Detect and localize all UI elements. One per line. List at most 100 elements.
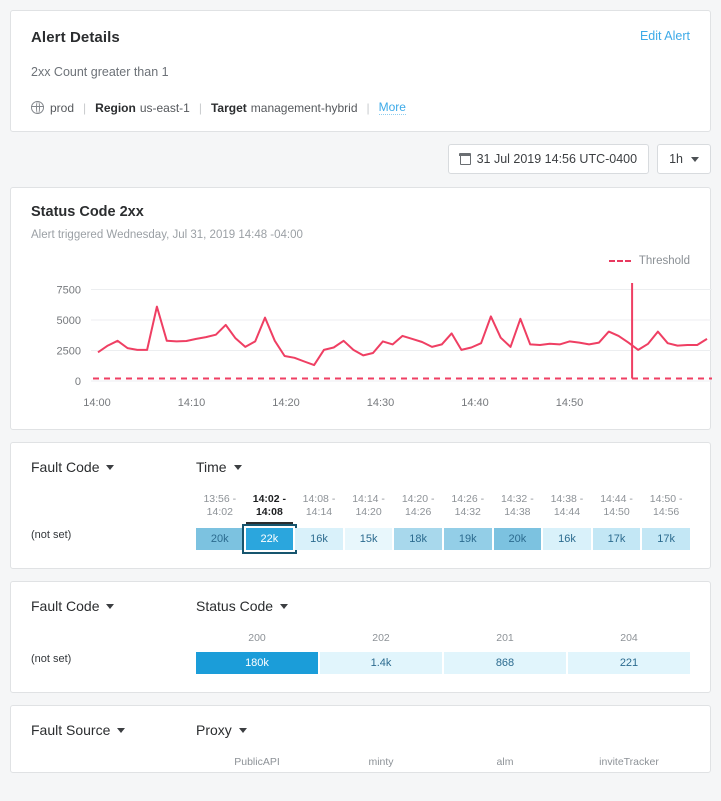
heatmap-row-label: (not set) [31, 653, 196, 674]
column-dimension-label: Status Code [196, 598, 273, 614]
chevron-down-icon [234, 465, 242, 470]
heatmap-cell[interactable]: 16k [543, 528, 591, 550]
column-header[interactable]: 14:08 - 14:14 [295, 493, 343, 524]
range-select-label: 1h [669, 152, 683, 166]
heatmap-grid: 200 202 201 204 180k 1.4k [196, 632, 690, 674]
heatmap-cell[interactable]: 19k [444, 528, 492, 550]
edit-alert-link[interactable]: Edit Alert [640, 29, 690, 43]
heatmap-cell[interactable]: 22k [246, 528, 294, 550]
svg-text:7500: 7500 [57, 285, 81, 297]
heatmap-grid: 13:56 - 14:02 14:02 - 14:08 14:08 - 14:1… [196, 493, 690, 550]
chevron-down-icon [117, 728, 125, 733]
heatmap-cell[interactable]: 17k [642, 528, 690, 550]
column-header-line1: 202 [320, 632, 442, 645]
heatmap-cell[interactable]: 16k [295, 528, 343, 550]
alert-meta: prod | Region us-east-1 | Target managem… [31, 100, 690, 115]
threshold-legend-label: Threshold [639, 255, 690, 267]
heatmap-cell-value: 16k [310, 533, 328, 545]
column-dimension-label: Proxy [196, 722, 232, 738]
date-picker-button[interactable]: 31 Jul 2019 14:56 UTC-0400 [448, 144, 650, 174]
range-select-button[interactable]: 1h [657, 144, 711, 174]
column-dimension-selector[interactable]: Time [196, 459, 242, 475]
column-header[interactable]: 14:02 - 14:08 [246, 493, 294, 524]
heatmap-cell[interactable]: 17k [593, 528, 641, 550]
column-header-line1: 204 [568, 632, 690, 645]
column-header-line2: 14:26 [394, 506, 442, 519]
chart-plot-area[interactable]: 0250050007500 [31, 277, 690, 395]
column-header-line1: 13:56 - [196, 493, 244, 506]
column-header[interactable]: PublicAPI [196, 756, 318, 772]
column-header[interactable]: 14:50 - 14:56 [642, 493, 690, 524]
panel-body: PublicAPImintyalminviteTracker [31, 756, 690, 772]
row-label-spacer [31, 763, 196, 772]
heatmap-cell[interactable]: 868 [444, 652, 566, 674]
heatmap-row: 20k 22k 16k 15k 18k 19k 20k 16k [196, 528, 690, 550]
heatmap-cell-value: 868 [496, 657, 514, 669]
column-header-line1: 14:32 - [494, 493, 542, 506]
page-root: Alert Details Edit Alert 2xx Count great… [0, 0, 721, 801]
meta-separator: | [199, 101, 202, 115]
heatmap-cell[interactable]: 20k [196, 528, 244, 550]
column-header[interactable]: 200 [196, 632, 318, 648]
column-headers: 200 202 201 204 [196, 632, 690, 648]
more-link[interactable]: More [379, 100, 406, 115]
column-header[interactable]: 202 [320, 632, 442, 648]
row-dimension-selector[interactable]: Fault Code [31, 459, 196, 475]
column-header[interactable]: 14:38 - 14:44 [543, 493, 591, 524]
column-header[interactable]: 14:14 - 14:20 [345, 493, 393, 524]
heatmap-cell[interactable]: 15k [345, 528, 393, 550]
heatmap-cell[interactable]: 221 [568, 652, 690, 674]
column-header[interactable]: 14:44 - 14:50 [593, 493, 641, 524]
column-header[interactable]: 204 [568, 632, 690, 648]
column-header-line1: 14:44 - [593, 493, 641, 506]
column-header-line2: 14:14 [295, 506, 343, 519]
column-header[interactable]: 13:56 - 14:02 [196, 493, 244, 524]
heatmap-cell[interactable]: 18k [394, 528, 442, 550]
time-toolbar: 31 Jul 2019 14:56 UTC-0400 1h [10, 144, 711, 174]
alert-header: Alert Details Edit Alert [31, 29, 690, 46]
column-header[interactable]: minty [320, 756, 442, 772]
heatmap-cell-value: 15k [360, 533, 378, 545]
chevron-down-icon [691, 157, 699, 162]
row-dimension-label: Fault Code [31, 598, 99, 614]
column-headers: PublicAPImintyalminviteTracker [196, 756, 690, 772]
row-dimension-selector[interactable]: Fault Code [31, 598, 196, 614]
chart-legend: Threshold [31, 255, 690, 267]
column-header[interactable]: inviteTracker [568, 756, 690, 772]
panel-dimension-header: Fault Source Proxy [31, 722, 690, 738]
column-header[interactable]: 14:20 - 14:26 [394, 493, 442, 524]
environment-value: prod [50, 101, 74, 115]
meta-separator: | [83, 101, 86, 115]
heatmap-cell[interactable]: 180k [196, 652, 318, 674]
column-header-line1: 14:08 - [295, 493, 343, 506]
heatmap-cell-value: 17k [657, 533, 675, 545]
chart-title: Status Code 2xx [31, 204, 690, 220]
globe-icon [31, 101, 44, 114]
column-headers: 13:56 - 14:02 14:02 - 14:08 14:08 - 14:1… [196, 493, 690, 524]
svg-text:2500: 2500 [57, 346, 81, 358]
column-header-line1: 14:38 - [543, 493, 591, 506]
x-axis-tick: 14:10 [178, 397, 206, 409]
heatmap-cell-value: 22k [261, 533, 279, 545]
column-header[interactable]: alm [444, 756, 566, 772]
heatmap-cell-value: 221 [620, 657, 638, 669]
heatmap-cell[interactable]: 1.4k [320, 652, 442, 674]
column-dimension-selector[interactable]: Proxy [196, 722, 247, 738]
row-dimension-selector[interactable]: Fault Source [31, 722, 196, 738]
heatmap-cell[interactable]: 20k [494, 528, 542, 550]
region-value: us-east-1 [140, 101, 190, 115]
column-header[interactable]: 14:32 - 14:38 [494, 493, 542, 524]
target-label: Target [211, 101, 247, 115]
column-header-line1: 14:02 - [246, 493, 294, 506]
column-header[interactable]: 201 [444, 632, 566, 648]
target-value: management-hybrid [251, 101, 358, 115]
breakdown-card: Fault Code Status Code (not set) 200 [10, 581, 711, 693]
column-dimension-selector[interactable]: Status Code [196, 598, 288, 614]
heatmap-cell-value: 1.4k [371, 657, 392, 669]
column-header[interactable]: 14:26 - 14:32 [444, 493, 492, 524]
column-header-line1: inviteTracker [568, 756, 690, 769]
column-header-line2: 14:02 [196, 506, 244, 519]
column-header-line1: 14:20 - [394, 493, 442, 506]
column-header-line1: alm [444, 756, 566, 769]
column-header-line1: 201 [444, 632, 566, 645]
